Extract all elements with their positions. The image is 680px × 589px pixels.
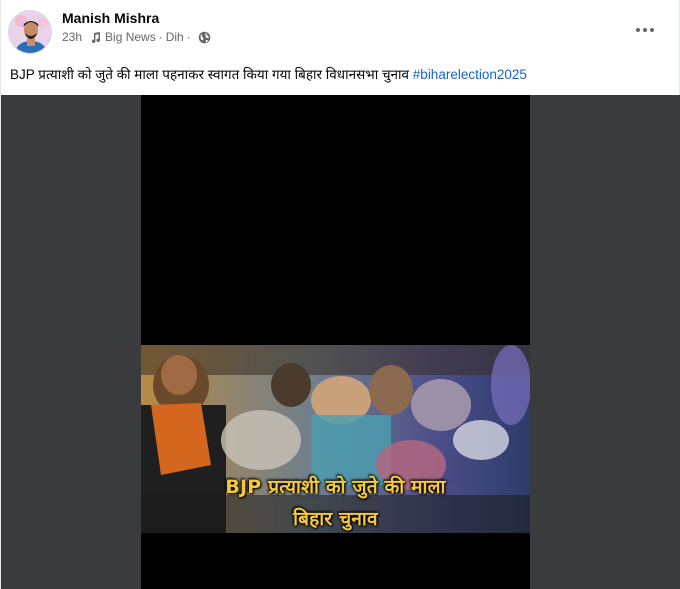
post-header: Manish Mishra 23h Big News · Dih ·	[1, 0, 680, 60]
more-options-icon	[636, 28, 640, 32]
globe-icon[interactable]	[198, 31, 211, 44]
music-note-icon	[89, 31, 102, 44]
group-name[interactable]: Big News	[105, 30, 156, 44]
hashtag-link[interactable]: #biharelection2025	[413, 67, 527, 82]
author-name[interactable]: Manish Mishra	[62, 10, 159, 26]
post-time[interactable]: 23h	[62, 30, 82, 44]
video-overlay-line1: BJP प्रत्याशी को जुते की माला	[225, 476, 446, 498]
post-caption: BJP प्रत्याशी को जुते की माला पहनाकर स्व…	[10, 66, 670, 84]
more-options-icon-dot	[643, 28, 647, 32]
meta-separator: ·	[158, 30, 163, 44]
feed-post: Manish Mishra 23h Big News · Dih · BJP प…	[0, 0, 680, 589]
more-options-icon-dot	[650, 28, 654, 32]
meta-separator-2: ·	[186, 30, 191, 44]
video-player[interactable]: BJP प्रत्याशी को जुते की माला बिहार चुना…	[141, 95, 530, 589]
caption-text: BJP प्रत्याशी को जुते की माला पहनाकर स्व…	[10, 67, 410, 82]
location-name[interactable]: Dih	[166, 30, 184, 44]
post-meta: 23h Big News · Dih ·	[62, 30, 211, 44]
video-overlay-line2: बिहार चुनाव	[293, 508, 378, 530]
avatar-image	[9, 11, 51, 53]
video-frame: BJP प्रत्याशी को जुते की माला बिहार चुना…	[141, 345, 530, 533]
post-media: BJP प्रत्याशी को जुते की माला बिहार चुना…	[1, 95, 680, 589]
more-options-button[interactable]	[625, 16, 665, 44]
avatar[interactable]	[8, 10, 52, 54]
